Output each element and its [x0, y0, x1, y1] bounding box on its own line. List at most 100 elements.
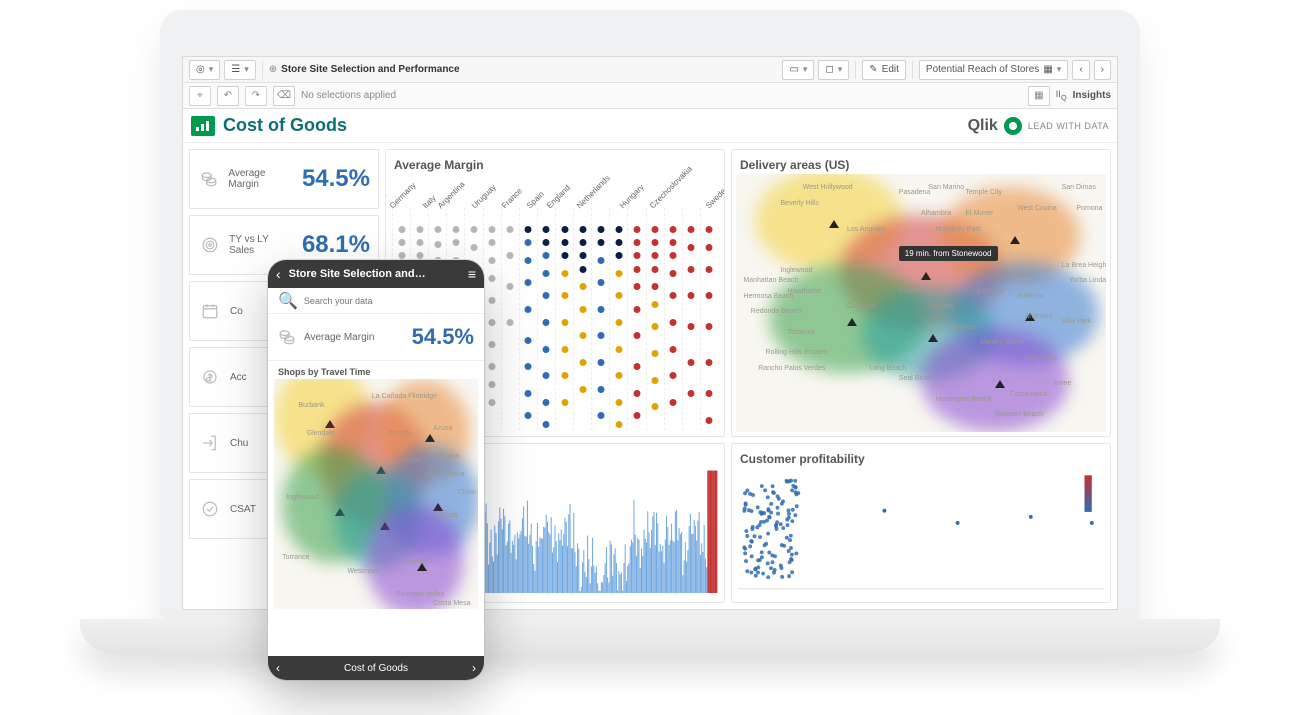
- data-point: [633, 266, 640, 273]
- data-point: [615, 270, 622, 277]
- profitability-plot: [738, 468, 1104, 590]
- data-point: [579, 283, 586, 290]
- data-point: [652, 403, 659, 410]
- data-point: [597, 412, 604, 419]
- data-point: [615, 252, 622, 259]
- data-point: [525, 306, 532, 313]
- city-label: Santa Ana: [1025, 355, 1057, 362]
- strip-column: [700, 208, 718, 430]
- data-point: [489, 297, 496, 304]
- data-point: [434, 241, 441, 248]
- phone-map[interactable]: BurbankLa Cañada FlintridgeGlendaleArcad…: [274, 379, 478, 609]
- data-point: [597, 226, 604, 233]
- breadcrumb[interactable]: Store Site Selection and Performance: [281, 64, 459, 75]
- check-icon: [198, 497, 222, 521]
- back-button[interactable]: ‹: [276, 266, 281, 282]
- data-point: [670, 252, 677, 259]
- delivery-map-card[interactable]: Delivery areas (US) West HollywoodBeverl…: [731, 149, 1111, 437]
- city-label: El Monte: [965, 210, 993, 217]
- data-point: [561, 252, 568, 259]
- data-point: [633, 306, 640, 313]
- map-pin: [829, 220, 839, 228]
- data-point: [489, 341, 496, 348]
- right-column: Delivery areas (US) West HollywoodBeverl…: [731, 149, 1111, 603]
- phone-header: ‹ Store Site Selection and… ≡: [268, 260, 484, 288]
- city-label: El Monte: [392, 457, 420, 464]
- brand: Qlik LEAD WITH DATA: [968, 117, 1109, 135]
- map-pin: [921, 272, 931, 280]
- strip-column: [664, 208, 682, 430]
- data-point: [543, 346, 550, 353]
- data-point: [615, 346, 622, 353]
- data-point: [670, 226, 677, 233]
- data-point: [398, 226, 405, 233]
- data-point: [652, 377, 659, 384]
- data-point: [543, 239, 550, 246]
- data-point: [543, 319, 550, 326]
- smart-search-button[interactable]: ⌖: [189, 86, 211, 106]
- chevron-right-icon: ›: [1101, 64, 1104, 75]
- sheet-icon: ▦: [1043, 64, 1052, 75]
- prev-button[interactable]: ‹: [276, 661, 280, 675]
- present-button[interactable]: ▭▾: [782, 60, 814, 80]
- chevron-down-icon: ▾: [838, 64, 843, 75]
- step-back-button[interactable]: ↶: [217, 86, 239, 106]
- data-point: [543, 226, 550, 233]
- data-point: [452, 239, 459, 246]
- data-point: [525, 363, 532, 370]
- phone-bottom-bar: ‹ Cost of Goods ›: [268, 656, 484, 680]
- chevron-down-icon: ▾: [244, 64, 249, 75]
- search-input[interactable]: [304, 296, 474, 306]
- data-point: [416, 252, 423, 259]
- delivery-map[interactable]: West HollywoodBeverly HillsLos AngelesPa…: [736, 174, 1106, 432]
- nav-menu-button[interactable]: ◎▾: [189, 60, 220, 80]
- data-point: [670, 239, 677, 246]
- clear-selections-button[interactable]: ⌫: [273, 86, 295, 106]
- city-label: Irvine: [1054, 380, 1071, 387]
- data-point: [561, 239, 568, 246]
- data-point: [507, 319, 514, 326]
- data-point: [597, 257, 604, 264]
- chevron-down-icon: ▾: [803, 64, 808, 75]
- bookmark-button[interactable]: ◻▾: [818, 60, 849, 80]
- profitability-card[interactable]: Customer profitability: [731, 443, 1111, 603]
- map-pin: [995, 380, 1005, 388]
- sheet-title: Cost of Goods: [223, 115, 347, 136]
- city-label: West Covina: [1017, 205, 1057, 212]
- selections-tool-button[interactable]: ▦: [1028, 86, 1050, 106]
- city-label: Pasadena: [899, 189, 931, 196]
- kpi-avg-margin[interactable]: Average Margin54.5%: [189, 149, 379, 209]
- data-point: [561, 372, 568, 379]
- city-label: Cypress: [951, 324, 977, 331]
- data-point: [579, 306, 586, 313]
- menu-button[interactable]: ≡: [468, 266, 476, 282]
- strip-column: [646, 208, 664, 430]
- data-point: [398, 252, 405, 259]
- data-point: [670, 346, 677, 353]
- city-label: Olinda: [437, 512, 457, 519]
- next-button[interactable]: ›: [472, 661, 476, 675]
- city-label: Compton: [847, 303, 875, 310]
- data-point: [615, 372, 622, 379]
- chevron-left-icon: ‹: [1079, 64, 1082, 75]
- data-point: [652, 252, 659, 259]
- view-menu-button[interactable]: ☰▾: [224, 60, 256, 80]
- map-pin: [928, 334, 938, 342]
- sheet-selector[interactable]: Potential Reach of Stores ▦▾: [919, 60, 1068, 80]
- data-point: [579, 266, 586, 273]
- edit-button[interactable]: ✎Edit: [862, 60, 906, 80]
- prev-sheet-button[interactable]: ‹: [1072, 60, 1089, 80]
- selections-status: No selections applied: [301, 90, 396, 101]
- pencil-icon: ✎: [869, 64, 877, 75]
- phone-kpi[interactable]: Average Margin 54.5%: [268, 314, 484, 361]
- insights-button[interactable]: Insights: [1073, 90, 1111, 101]
- clear-icon: ⌫: [277, 90, 291, 101]
- data-point: [561, 346, 568, 353]
- step-fwd-button[interactable]: ↷: [245, 86, 267, 106]
- data-point: [706, 266, 713, 273]
- phone-title: Store Site Selection and…: [289, 268, 426, 280]
- city-label: Inglewood: [286, 494, 318, 501]
- next-sheet-button[interactable]: ›: [1094, 60, 1111, 80]
- data-point: [652, 266, 659, 273]
- data-point: [398, 239, 405, 246]
